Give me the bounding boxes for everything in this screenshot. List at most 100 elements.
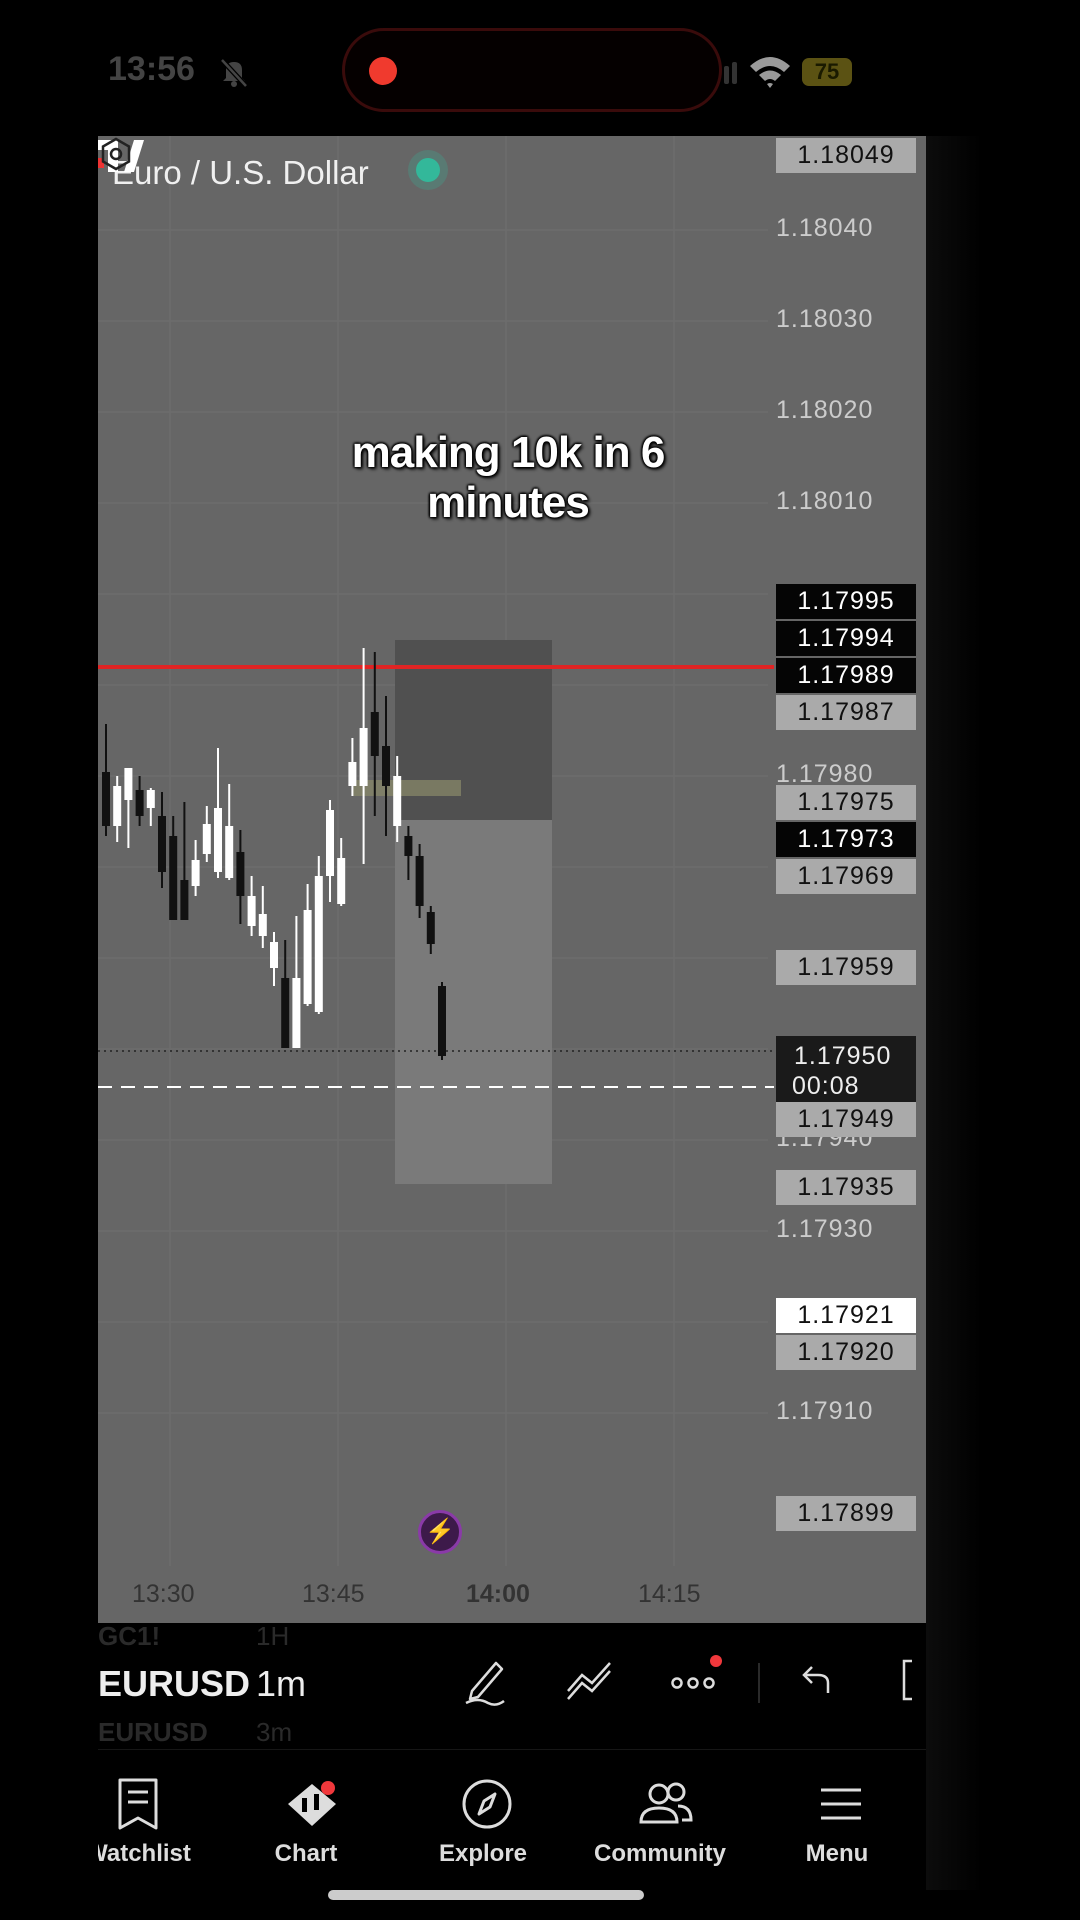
screen-edge bbox=[926, 136, 982, 1890]
price-tag: 1.17987 bbox=[776, 695, 916, 730]
candle bbox=[438, 986, 446, 1056]
candle bbox=[426, 912, 435, 944]
nav-label: Explore bbox=[438, 1840, 528, 1867]
price-tag: 1.17995 bbox=[776, 584, 916, 619]
candle bbox=[102, 772, 110, 826]
candle bbox=[225, 826, 234, 878]
price-axis-label: 1.18040 bbox=[776, 214, 874, 242]
price-tag: 1.17975 bbox=[776, 785, 916, 820]
candle bbox=[281, 978, 290, 1048]
time-axis-label: 13:45 bbox=[302, 1580, 365, 1608]
price-axis-label: 1.17910 bbox=[776, 1397, 874, 1425]
price-tag: 1.17899 bbox=[776, 1496, 916, 1531]
candle bbox=[393, 776, 402, 826]
nav-label: Menu bbox=[805, 1840, 869, 1867]
candle bbox=[404, 836, 413, 856]
price-tag: 1.17920 bbox=[776, 1335, 916, 1370]
symbol-next[interactable]: EURUSD bbox=[98, 1717, 208, 1748]
timeframe-next[interactable]: 3m bbox=[256, 1717, 292, 1748]
entry-marker bbox=[353, 780, 461, 796]
wifi-icon bbox=[750, 57, 790, 88]
candle bbox=[258, 914, 267, 936]
settings-hexagon-icon[interactable] bbox=[98, 136, 134, 172]
price-tag: 1.17921 bbox=[776, 1298, 916, 1333]
price-axis-label: 1.18010 bbox=[776, 487, 874, 515]
chart-area[interactable]: Euro / U.S. Dollar making 10k in 6 minut… bbox=[98, 136, 926, 1623]
bottom-nav: Watchlist Chart Explore bbox=[98, 1749, 926, 1890]
community-icon bbox=[639, 1782, 693, 1824]
candle bbox=[337, 858, 346, 904]
symbol-title[interactable]: Euro / U.S. Dollar bbox=[112, 154, 369, 192]
nav-item-watchlist[interactable]: Watchlist bbox=[98, 1750, 223, 1870]
current-price-tag: 1.17950 00:08 bbox=[776, 1036, 916, 1102]
compass-icon bbox=[462, 1779, 512, 1829]
candle bbox=[348, 762, 357, 786]
timeframe-prev[interactable]: 1H bbox=[256, 1621, 289, 1652]
chart-icon bbox=[288, 1781, 336, 1826]
time-axis-label: 13:30 bbox=[132, 1580, 195, 1608]
candle bbox=[292, 978, 301, 1048]
pen-icon[interactable] bbox=[458, 1653, 512, 1707]
nav-item-explore[interactable]: Explore bbox=[398, 1750, 568, 1870]
nav-label: Chart bbox=[274, 1840, 338, 1867]
candle bbox=[135, 790, 144, 816]
price-tag: 1.17973 bbox=[776, 822, 916, 857]
candle bbox=[214, 808, 222, 872]
candlestick-series bbox=[102, 648, 446, 1060]
flash-icon[interactable]: ⚡ bbox=[418, 1510, 462, 1554]
toolbar-divider bbox=[758, 1663, 760, 1703]
video-caption: making 10k in 6 minutes bbox=[351, 428, 666, 527]
status-time: 13:56 bbox=[108, 50, 195, 88]
symbol-prev[interactable]: GC1! bbox=[98, 1621, 160, 1652]
candle bbox=[191, 860, 200, 886]
price-tag: 1.17959 bbox=[776, 950, 916, 985]
candle bbox=[326, 810, 334, 876]
battery-indicator: 75 bbox=[802, 58, 852, 86]
candle bbox=[415, 856, 424, 906]
alert-price-tag: 1.17989 bbox=[776, 658, 916, 693]
price-axis-label: 1.17930 bbox=[776, 1215, 874, 1243]
candle bbox=[158, 816, 166, 872]
symbol-selector[interactable]: EURUSD bbox=[98, 1663, 250, 1705]
price-tag: 1.17994 bbox=[776, 621, 916, 656]
price-axis-label: 1.18030 bbox=[776, 305, 874, 333]
cellular-signal-icon bbox=[724, 62, 737, 84]
price-tag: 1.17969 bbox=[776, 859, 916, 894]
notification-dot bbox=[710, 1655, 722, 1667]
dynamic-island bbox=[342, 28, 722, 112]
candle bbox=[247, 896, 256, 926]
time-axis-label: 14:00 bbox=[466, 1580, 530, 1608]
candle bbox=[314, 876, 323, 1012]
fullscreen-icon[interactable] bbox=[898, 1653, 926, 1707]
bell-slash-icon bbox=[220, 58, 248, 88]
market-status-dot[interactable] bbox=[416, 158, 440, 182]
price-tag: 1.17949 bbox=[776, 1102, 916, 1137]
nav-label: Community bbox=[594, 1840, 726, 1867]
candle bbox=[382, 746, 390, 786]
app-window: Euro / U.S. Dollar making 10k in 6 minut… bbox=[98, 136, 926, 1890]
undo-icon[interactable] bbox=[794, 1653, 848, 1707]
price-axis-label: 1.18020 bbox=[776, 396, 874, 424]
indicators-icon[interactable] bbox=[562, 1653, 616, 1707]
candle bbox=[270, 942, 278, 968]
bar-countdown: 00:08 bbox=[792, 1072, 860, 1100]
price-tag: 1.18049 bbox=[776, 138, 916, 173]
recording-indicator bbox=[369, 57, 397, 85]
current-price: 1.17950 bbox=[794, 1042, 892, 1070]
chart-toolbar: GC1! EURUSD EURUSD 1H 1m 3m bbox=[98, 1621, 926, 1749]
candle bbox=[202, 824, 211, 854]
menu-icon bbox=[821, 1788, 861, 1820]
price-tag: 1.17935 bbox=[776, 1170, 916, 1205]
nav-item-menu[interactable]: Menu bbox=[752, 1750, 922, 1870]
candle bbox=[370, 712, 379, 756]
candle bbox=[124, 768, 133, 800]
nav-item-community[interactable]: Community bbox=[575, 1750, 745, 1870]
candle bbox=[236, 852, 245, 896]
nav-label: Watchlist bbox=[98, 1840, 191, 1867]
candle bbox=[359, 728, 368, 786]
timeframe-selector[interactable]: 1m bbox=[256, 1663, 306, 1705]
home-indicator bbox=[328, 1890, 644, 1900]
candle bbox=[146, 790, 155, 808]
candle bbox=[169, 836, 178, 920]
nav-item-chart[interactable]: Chart bbox=[221, 1750, 391, 1870]
